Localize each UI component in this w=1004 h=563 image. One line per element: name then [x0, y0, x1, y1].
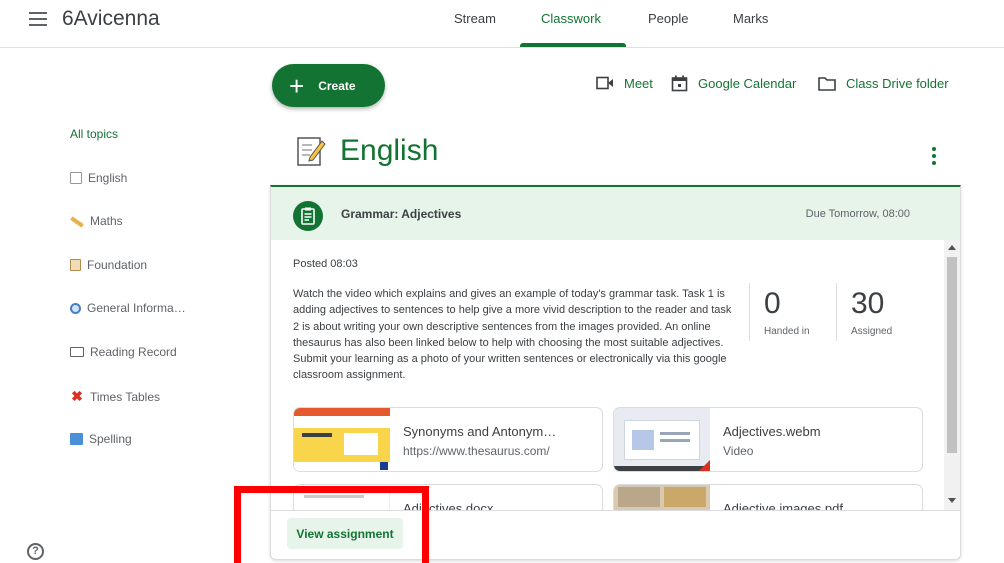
help-icon[interactable]: ? — [27, 543, 44, 560]
sidebar-item-reading-record[interactable]: Reading Record — [70, 345, 177, 359]
cross-mark-icon: ✖ — [71, 388, 83, 404]
sidebar-item-label: Reading Record — [90, 345, 177, 359]
thesaurus-thumbnail — [294, 408, 390, 471]
highlight-box — [234, 486, 429, 563]
sidebar-item-foundation[interactable]: Foundation — [70, 258, 147, 272]
meet-link[interactable]: Meet — [596, 73, 653, 93]
scrollbar-thumb[interactable] — [947, 257, 957, 453]
sidebar-item-label: Foundation — [87, 258, 148, 272]
divider — [749, 283, 750, 341]
sidebar-item-label: General Informa… — [87, 301, 186, 315]
plus-icon: + — [289, 70, 305, 101]
assignment-title: Grammar: Adjectives — [341, 207, 462, 221]
tab-marks[interactable]: Marks — [733, 11, 768, 26]
video-thumbnail — [614, 408, 710, 471]
sidebar-item-maths[interactable]: Maths — [70, 214, 123, 228]
assigned-label: Assigned — [851, 326, 893, 337]
handed-in-label: Handed in — [764, 326, 810, 337]
image-icon — [70, 433, 83, 445]
class-drive-folder-label: Class Drive folder — [846, 75, 949, 91]
tab-people[interactable]: People — [648, 11, 688, 26]
tablet-icon — [70, 347, 84, 357]
class-name[interactable]: 6Avicenna — [62, 7, 160, 31]
due-date: Due Tomorrow, 08:00 — [805, 208, 910, 220]
class-drive-folder-link[interactable]: Class Drive folder — [818, 73, 949, 93]
topic-title: English — [340, 134, 439, 167]
attachment-type: Video — [723, 444, 754, 458]
attachment-link[interactable]: Synonyms and Antonym… https://www.thesau… — [293, 407, 603, 472]
tab-classwork[interactable]: Classwork — [541, 11, 601, 26]
attachment-url: https://www.thesaurus.com/ — [403, 444, 550, 458]
divider — [836, 283, 837, 341]
handed-in-count[interactable]: 0 — [764, 287, 781, 321]
sidebar-item-label: All topics — [70, 127, 119, 141]
assignment-header[interactable]: Grammar: Adjectives Due Tomorrow, 08:00 — [271, 187, 960, 240]
hamburger-menu-icon[interactable] — [29, 12, 47, 26]
attachment-name: Adjectives.webm — [723, 424, 821, 439]
sidebar-item-general-information[interactable]: General Informa… — [70, 301, 186, 315]
topic-heading: English — [296, 134, 438, 168]
memo-icon — [297, 137, 326, 166]
sidebar-item-english[interactable]: English — [70, 171, 127, 185]
video-camera-icon — [596, 76, 613, 90]
active-tab-indicator — [520, 43, 626, 47]
scroll-down-icon[interactable] — [948, 498, 956, 503]
scroll-icon — [70, 259, 81, 271]
meet-label: Meet — [624, 75, 653, 91]
scroll-up-icon[interactable] — [948, 245, 956, 250]
sidebar-item-times-tables[interactable]: ✖ Times Tables — [70, 388, 160, 405]
sidebar-item-spelling[interactable]: Spelling — [70, 432, 132, 446]
assigned-count[interactable]: 30 — [851, 287, 884, 321]
assignment-description: Watch the video which explains and gives… — [293, 288, 732, 382]
top-app-bar: 6Avicenna Stream Classwork People Marks — [0, 0, 1004, 48]
magnifier-icon — [70, 302, 81, 314]
sidebar-item-label: English — [88, 171, 128, 185]
attachment-name: Synonyms and Antonym… — [403, 424, 557, 439]
attachment-video[interactable]: Adjectives.webm Video — [613, 407, 923, 472]
more-options-icon[interactable] — [932, 147, 936, 168]
assignment-icon — [293, 201, 323, 231]
calendar-icon — [671, 75, 688, 91]
sidebar-item-label: Maths — [90, 214, 123, 228]
google-calendar-label: Google Calendar — [698, 75, 797, 91]
sidebar-item-all-topics[interactable]: All topics — [70, 127, 118, 141]
scrollbar[interactable] — [944, 240, 960, 510]
google-calendar-link[interactable]: Google Calendar — [671, 73, 796, 93]
sidebar-item-label: Spelling — [89, 432, 132, 446]
tab-stream[interactable]: Stream — [454, 11, 496, 26]
sidebar-item-label: Times Tables — [90, 389, 161, 404]
create-button-label: Create — [318, 78, 356, 93]
ruler-icon — [70, 216, 84, 228]
create-button[interactable]: + Create — [272, 64, 385, 107]
memo-icon — [70, 172, 82, 184]
folder-icon — [818, 76, 836, 91]
posted-time: Posted 08:03 — [293, 258, 358, 270]
